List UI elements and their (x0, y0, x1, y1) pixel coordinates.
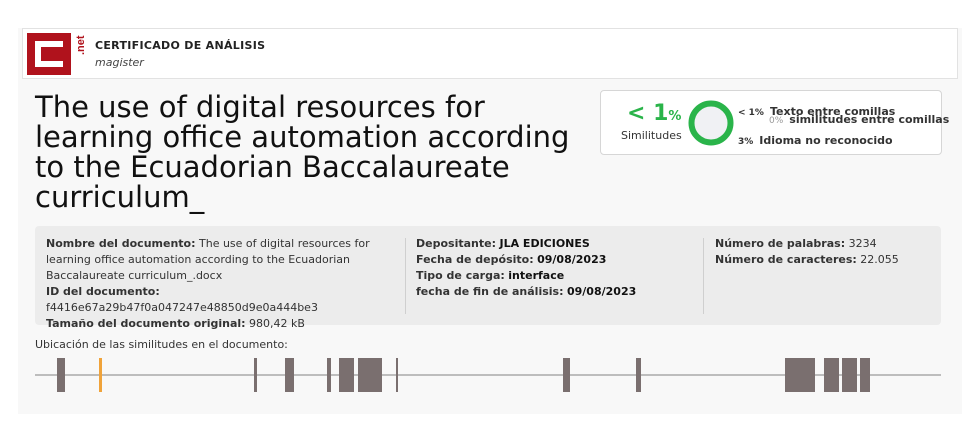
load-type: Tipo de carga: interface (416, 269, 565, 282)
document-title: The use of digital resources for learnin… (35, 90, 570, 214)
similarity-marker[interactable] (636, 358, 641, 392)
details-column-counts: Número de palabras: 3234 Número de carac… (715, 236, 935, 268)
document-id: ID del documento: f4416e67a29b47f0a04724… (46, 285, 318, 314)
document-details-panel: Nombre del documento: The use of digital… (35, 226, 941, 330)
similarity-location-track (35, 358, 941, 392)
details-column-document: Nombre del documento: The use of digital… (46, 236, 391, 332)
certificate-subtitle: magister (95, 56, 144, 69)
similarity-marker[interactable] (254, 358, 257, 392)
document-name: Nombre del documento: The use of digital… (46, 237, 370, 282)
similarity-marker[interactable] (327, 358, 331, 392)
depositor: Depositante: JLA EDICIONES (416, 237, 590, 250)
similarity-label: Similitudes (621, 129, 682, 142)
analysis-end-date: fecha de fin de análisis: 09/08/2023 (416, 285, 637, 298)
similarity-marker[interactable] (563, 358, 570, 392)
logo-mark (27, 33, 71, 75)
similarity-donut-chart (688, 100, 734, 146)
similarity-marker[interactable] (339, 358, 354, 392)
quote-marker[interactable] (99, 358, 102, 392)
document-size: Tamaño del documento original: 980,42 kB (46, 317, 305, 330)
report-page (18, 28, 962, 414)
similarity-marker[interactable] (860, 358, 870, 392)
similarities-in-quotes-row: 0% similitudes entre comillas (769, 113, 950, 126)
similarity-summary-card: < 1% Similitudes < 1% Texto entre comilla… (600, 90, 949, 155)
similarity-percent: < 1% (627, 101, 682, 126)
similarity-marker[interactable] (358, 358, 382, 392)
details-column-deposit: Depositante: JLA EDICIONES Fecha de depó… (416, 236, 706, 300)
similarity-marker[interactable] (285, 358, 294, 392)
logo-text: .net (75, 35, 87, 55)
character-count: Número de caracteres: 22.055 (715, 253, 899, 266)
deposit-date: Fecha de depósito: 09/08/2023 (416, 253, 607, 266)
similarity-location-label: Ubicación de las similitudes en el docum… (35, 338, 288, 351)
word-count: Número de palabras: 3234 (715, 237, 877, 250)
similarity-marker[interactable] (396, 358, 398, 392)
similarity-marker[interactable] (785, 358, 815, 392)
certificate-header: .net CERTIFICADO DE ANÁLISIS magister (22, 28, 958, 79)
unrecognized-language-row: 3% Idioma no reconocido (738, 134, 893, 147)
similarity-marker[interactable] (842, 358, 857, 392)
similarity-marker[interactable] (57, 358, 65, 392)
details-divider (405, 238, 406, 314)
similarity-marker[interactable] (824, 358, 839, 392)
details-divider (703, 238, 704, 314)
certificate-title: CERTIFICADO DE ANÁLISIS (95, 39, 266, 52)
compilatio-logo: .net (27, 33, 89, 75)
